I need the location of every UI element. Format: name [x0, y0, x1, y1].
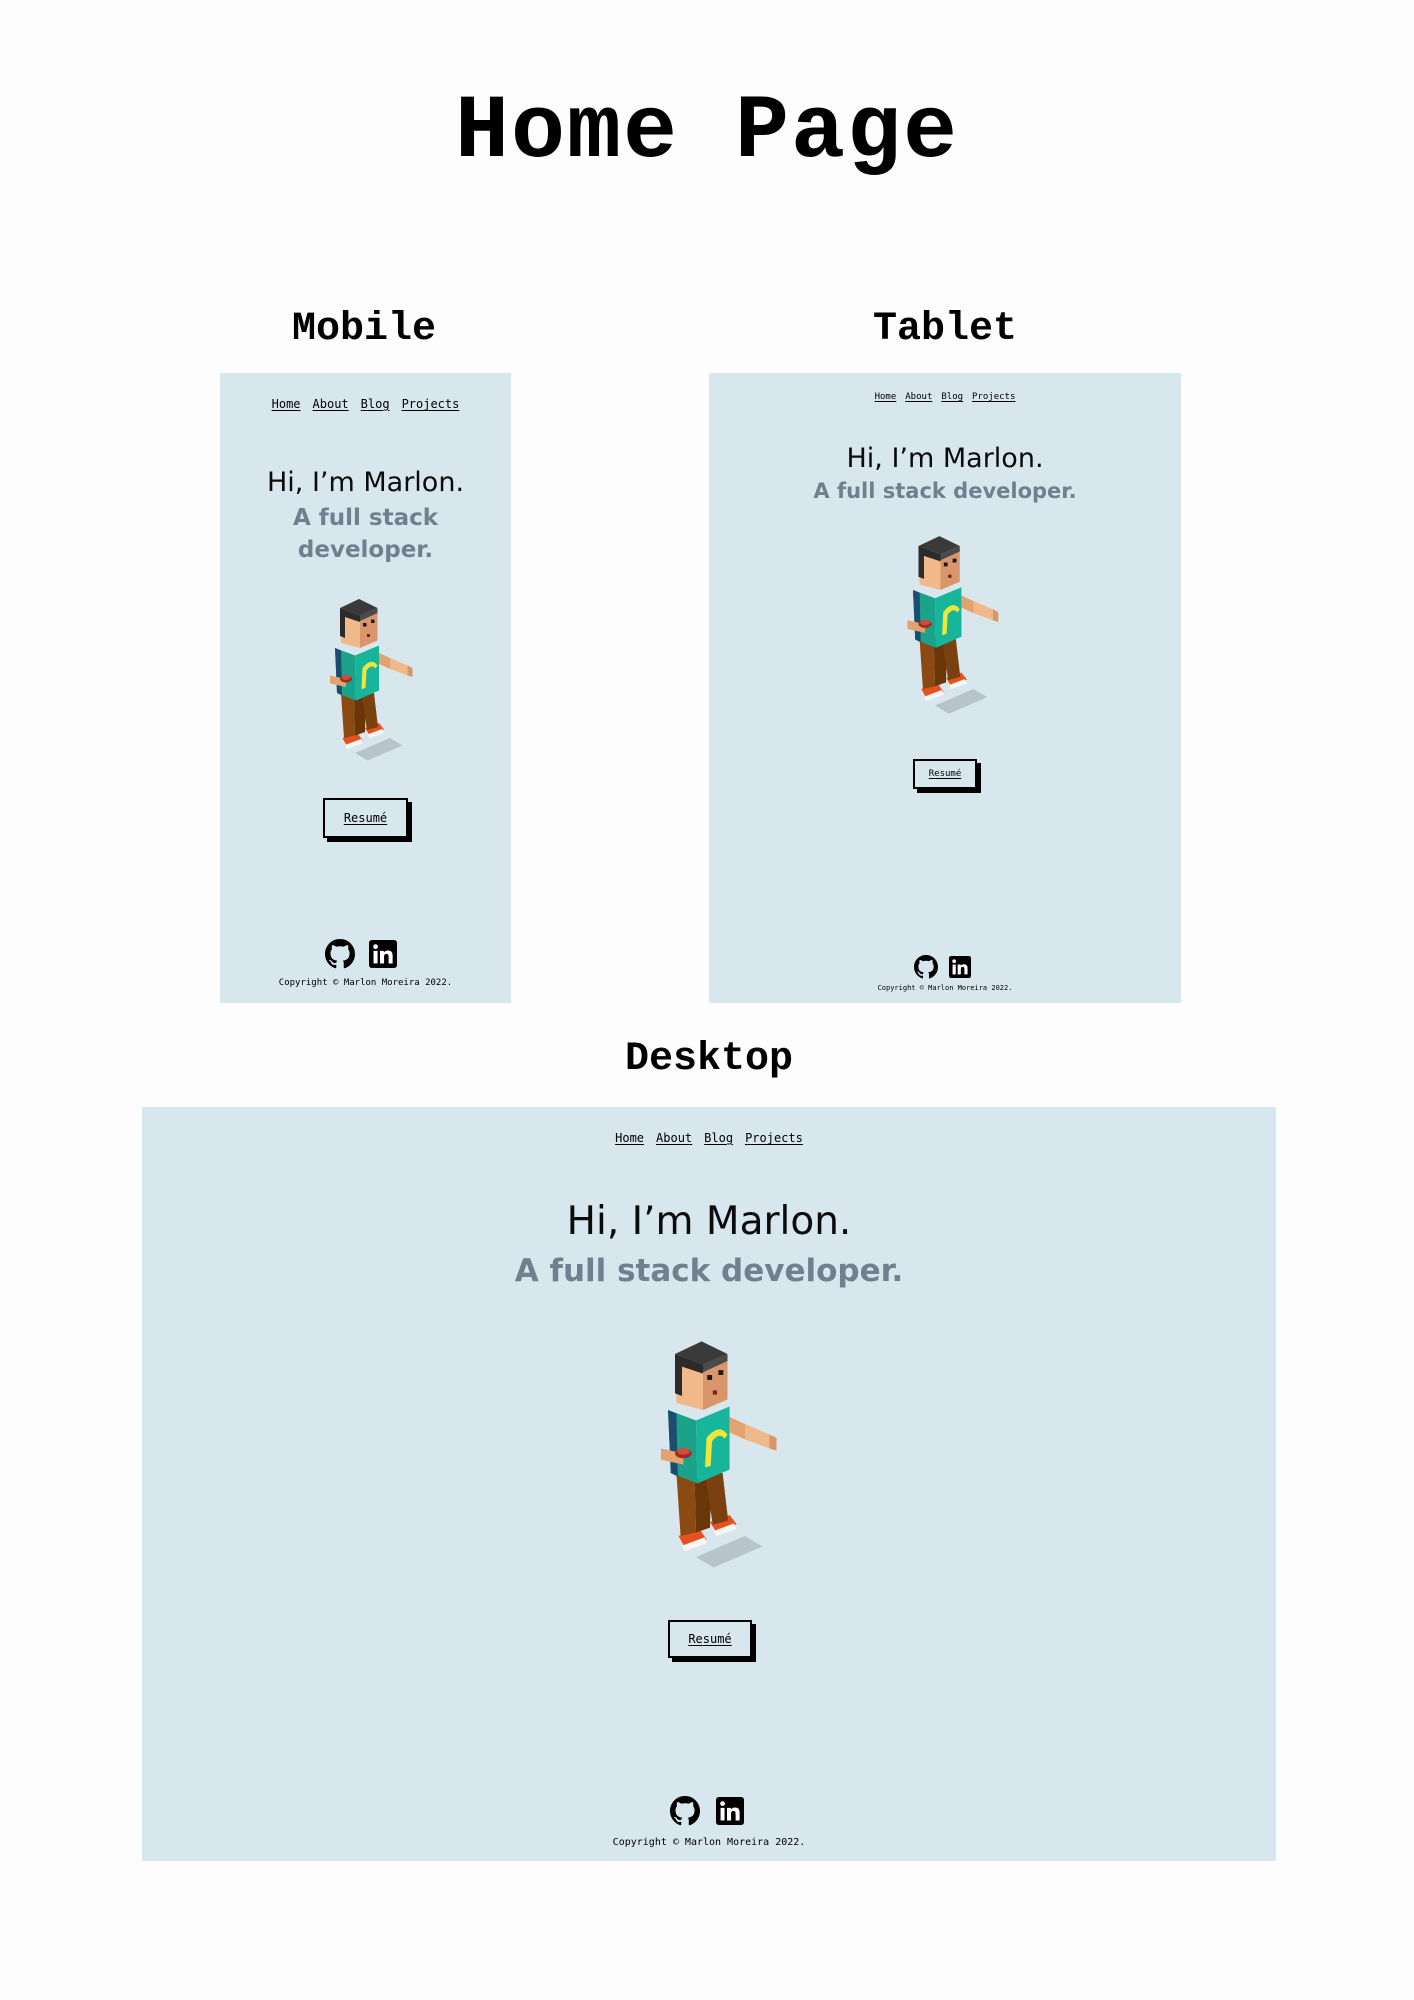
avatar-illustration	[891, 523, 1001, 723]
social-links	[914, 955, 971, 979]
nav-link-projects[interactable]: Projects	[745, 1131, 803, 1145]
avatar-illustration	[315, 588, 415, 768]
mobile-nav: Home About Blog Projects	[220, 397, 511, 411]
desktop-frame: Home About Blog Projects Hi, I’m Marlon.…	[142, 1107, 1276, 1861]
resume-button-label: Resumé	[688, 1632, 732, 1646]
linkedin-icon[interactable]	[369, 940, 397, 968]
nav-link-home[interactable]: Home	[615, 1131, 644, 1145]
greeting-heading: Hi, I’m Marlon.	[266, 467, 465, 498]
nav-link-projects[interactable]: Projects	[972, 392, 1015, 402]
avatar-illustration	[640, 1317, 780, 1587]
linkedin-icon[interactable]	[949, 956, 971, 978]
social-links	[670, 1796, 744, 1826]
github-icon[interactable]	[670, 1796, 700, 1826]
resume-button-label: Resumé	[928, 769, 962, 779]
nav-link-about[interactable]: About	[905, 392, 932, 402]
subtitle: A full stack developer.	[813, 479, 1077, 503]
resume-button-label: Resumé	[343, 811, 388, 825]
tablet-nav: Home About Blog Projects	[709, 392, 1181, 402]
copyright-text: Copyright © Marlon Moreira 2022.	[612, 1837, 806, 1848]
subtitle-line-2: developer.	[297, 537, 434, 563]
social-links	[325, 939, 397, 969]
resume-button[interactable]: Resumé	[323, 798, 408, 838]
page-title: Home Page	[454, 82, 960, 184]
copyright-text: Copyright © Marlon Moreira 2022.	[278, 978, 453, 988]
nav-link-home[interactable]: Home	[875, 392, 897, 402]
desktop-nav: Home About Blog Projects	[142, 1131, 1276, 1145]
greeting-heading: Hi, I’m Marlon.	[566, 1199, 852, 1244]
nav-link-about[interactable]: About	[313, 397, 349, 411]
nav-link-home[interactable]: Home	[272, 397, 301, 411]
resume-button[interactable]: Resumé	[668, 1620, 752, 1658]
nav-link-blog[interactable]: Blog	[704, 1131, 733, 1145]
nav-link-about[interactable]: About	[656, 1131, 692, 1145]
subtitle-line-1: A full stack	[292, 505, 439, 531]
nav-link-blog[interactable]: Blog	[941, 392, 963, 402]
tablet-frame: Home About Blog Projects Hi, I’m Marlon.…	[709, 373, 1181, 1003]
copyright-text: Copyright © Marlon Moreira 2022.	[877, 984, 1013, 992]
greeting-heading: Hi, I’m Marlon.	[846, 443, 1044, 474]
tablet-frame-label: Tablet	[872, 307, 1018, 352]
github-icon[interactable]	[325, 939, 355, 969]
linkedin-icon[interactable]	[716, 1797, 744, 1825]
github-icon[interactable]	[914, 955, 938, 979]
nav-link-blog[interactable]: Blog	[361, 397, 390, 411]
mobile-frame: Home About Blog Projects Hi, I’m Marlon.…	[220, 373, 511, 1003]
resume-button[interactable]: Resumé	[913, 759, 977, 789]
subtitle: A full stack developer.	[514, 1253, 904, 1289]
desktop-frame-label: Desktop	[624, 1037, 794, 1082]
mobile-frame-label: Mobile	[291, 307, 437, 352]
nav-link-projects[interactable]: Projects	[402, 397, 460, 411]
